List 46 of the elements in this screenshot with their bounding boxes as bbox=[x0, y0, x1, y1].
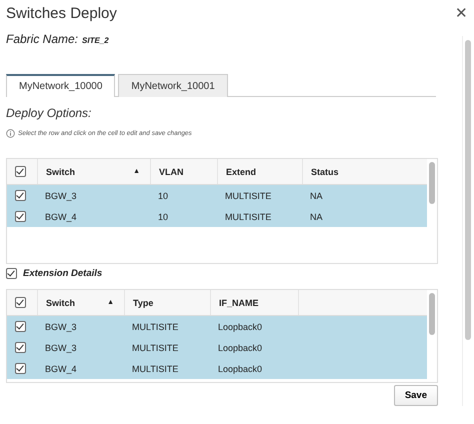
save-button[interactable]: Save bbox=[394, 385, 438, 406]
row-checkbox[interactable] bbox=[15, 363, 26, 374]
section-heading: Deploy Options: bbox=[6, 106, 92, 120]
column-header[interactable]: Switch bbox=[46, 298, 76, 308]
table-row[interactable]: BGW_4 10 MULTISITE NA bbox=[7, 206, 427, 227]
table-row[interactable]: BGW_3 MULTISITE Loopback0 bbox=[7, 316, 427, 337]
table-cell: BGW_4 bbox=[45, 364, 77, 374]
row-checkbox[interactable] bbox=[15, 211, 26, 222]
fabric-name: SITE_2 bbox=[82, 36, 109, 45]
table-row[interactable]: BGW_3 10 MULTISITE NA bbox=[7, 185, 427, 206]
select-all-checkbox[interactable] bbox=[15, 297, 26, 308]
column-header[interactable]: Switch bbox=[46, 166, 76, 176]
table-cell: BGW_3 bbox=[45, 322, 77, 332]
table-cell: NA bbox=[310, 212, 323, 222]
column-header[interactable]: VLAN bbox=[159, 166, 184, 176]
table-cell: MULTISITE bbox=[132, 342, 178, 352]
table-cell: 10 bbox=[158, 190, 168, 200]
table-cell: MULTISITE bbox=[132, 364, 178, 374]
table-cell: Loopback0 bbox=[218, 322, 262, 332]
table-cell: Loopback0 bbox=[218, 364, 262, 374]
table-cell: Loopback0 bbox=[218, 342, 262, 352]
tab[interactable]: MyNetwork_10001 bbox=[118, 74, 228, 97]
row-checkbox[interactable] bbox=[15, 342, 26, 353]
table-cell: BGW_3 bbox=[45, 190, 77, 200]
extension-details-label: Extension Details bbox=[23, 268, 102, 279]
info-icon bbox=[6, 129, 15, 138]
table-row[interactable]: BGW_3 MULTISITE Loopback0 bbox=[7, 337, 427, 358]
table-row[interactable]: BGW_4 MULTISITE Loopback0 bbox=[7, 358, 427, 379]
table-cell: BGW_4 bbox=[45, 212, 77, 222]
row-checkbox[interactable] bbox=[15, 190, 26, 201]
table-cell: BGW_3 bbox=[45, 342, 77, 352]
select-all-checkbox[interactable] bbox=[15, 166, 26, 177]
extension-checkbox[interactable] bbox=[6, 268, 17, 279]
table-cell: NA bbox=[310, 190, 323, 200]
table-cell: MULTISITE bbox=[225, 212, 272, 222]
row-checkbox[interactable] bbox=[15, 321, 26, 332]
column-header[interactable]: IF_NAME bbox=[219, 298, 259, 308]
column-header[interactable]: Status bbox=[311, 166, 339, 176]
table-cell: MULTISITE bbox=[225, 190, 272, 200]
column-header[interactable]: Extend bbox=[226, 166, 256, 176]
fabric-label: Fabric Name: bbox=[6, 32, 78, 46]
tab[interactable]: MyNetwork_10000 bbox=[6, 74, 116, 97]
table-cell: MULTISITE bbox=[132, 322, 178, 332]
dialog-title: Switches Deploy bbox=[6, 4, 117, 22]
column-header[interactable]: Type bbox=[133, 298, 154, 308]
table-cell: 10 bbox=[158, 212, 168, 222]
